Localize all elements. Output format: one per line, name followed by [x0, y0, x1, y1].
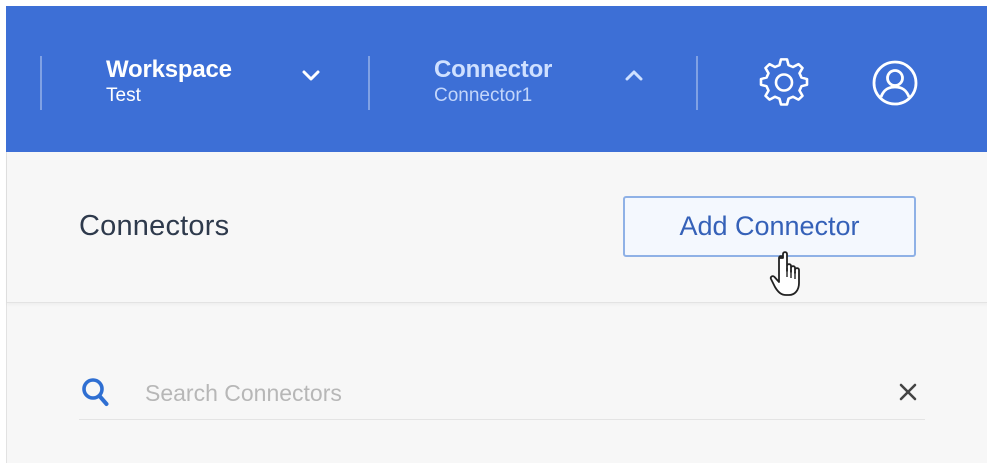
top-nav-bar: Workspace Test Connector Connector1	[6, 6, 987, 152]
search-connectors-input[interactable]	[145, 375, 845, 411]
nav-divider	[368, 56, 370, 110]
add-connector-button[interactable]: Add Connector	[623, 196, 916, 257]
connectors-panel: Connectors Add Connector	[6, 152, 987, 463]
connector-menu-screenshot: Workspace Test Connector Connector1 Conn…	[0, 0, 987, 463]
chevron-up-icon[interactable]	[623, 64, 645, 86]
workspace-value: Test	[106, 85, 141, 106]
connectors-panel-header: Connectors Add Connector	[7, 152, 987, 303]
connector-selector[interactable]: Connector Connector1	[434, 56, 552, 116]
connector-value: Connector1	[434, 85, 533, 106]
connector-label: Connector	[434, 56, 553, 83]
gear-icon[interactable]	[759, 58, 809, 108]
search-connectors-bar	[79, 369, 925, 420]
nav-divider	[40, 56, 42, 110]
workspace-selector[interactable]: Workspace Test	[106, 56, 232, 116]
workspace-label: Workspace	[106, 56, 232, 83]
hand-pointer-cursor-icon	[769, 251, 800, 296]
search-icon	[82, 378, 109, 406]
nav-divider	[696, 56, 698, 110]
panel-title: Connectors	[79, 210, 230, 242]
user-circle-icon[interactable]	[870, 58, 920, 108]
chevron-down-icon[interactable]	[300, 64, 322, 86]
close-icon[interactable]	[897, 381, 919, 403]
